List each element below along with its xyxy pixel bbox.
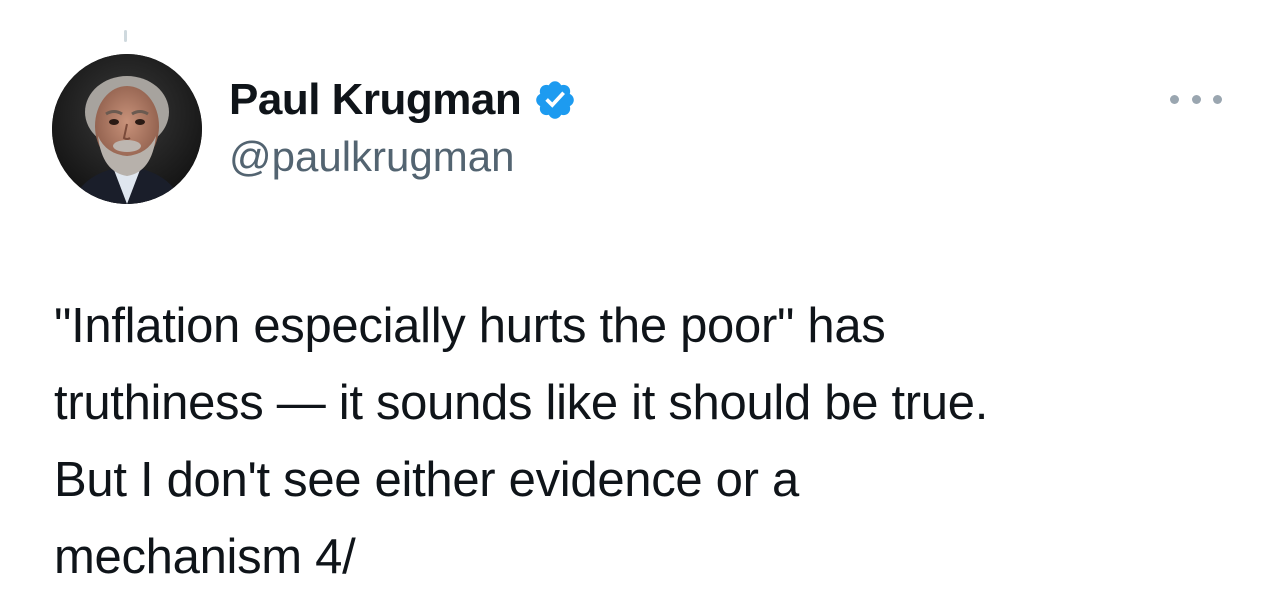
more-dot [1213,94,1222,104]
more-dot [1170,94,1179,104]
avatar-photo [52,54,202,204]
tweet-text-line: But I don't see either evidence or a [54,453,799,507]
more-dot [1191,94,1201,104]
tweet-text-line: mechanism 4/ [54,530,356,584]
avatar[interactable] [52,54,202,204]
thread-connector-line [124,30,127,42]
more-options-icon[interactable] [1166,84,1226,114]
verified-badge-icon[interactable] [533,78,577,122]
tweet-text-line: truthiness — it sounds like it should be… [54,376,989,430]
display-name[interactable]: Paul Krugman [229,74,522,126]
tweet-text: "Inflation especially hurts the poor" ha… [54,288,1234,596]
tweet-text-line: "Inflation especially hurts the poor" ha… [54,299,886,353]
user-handle[interactable]: @paulkrugman [229,132,577,182]
user-info: Paul Krugman @paulkrugman [229,74,577,182]
name-row: Paul Krugman [229,74,577,126]
